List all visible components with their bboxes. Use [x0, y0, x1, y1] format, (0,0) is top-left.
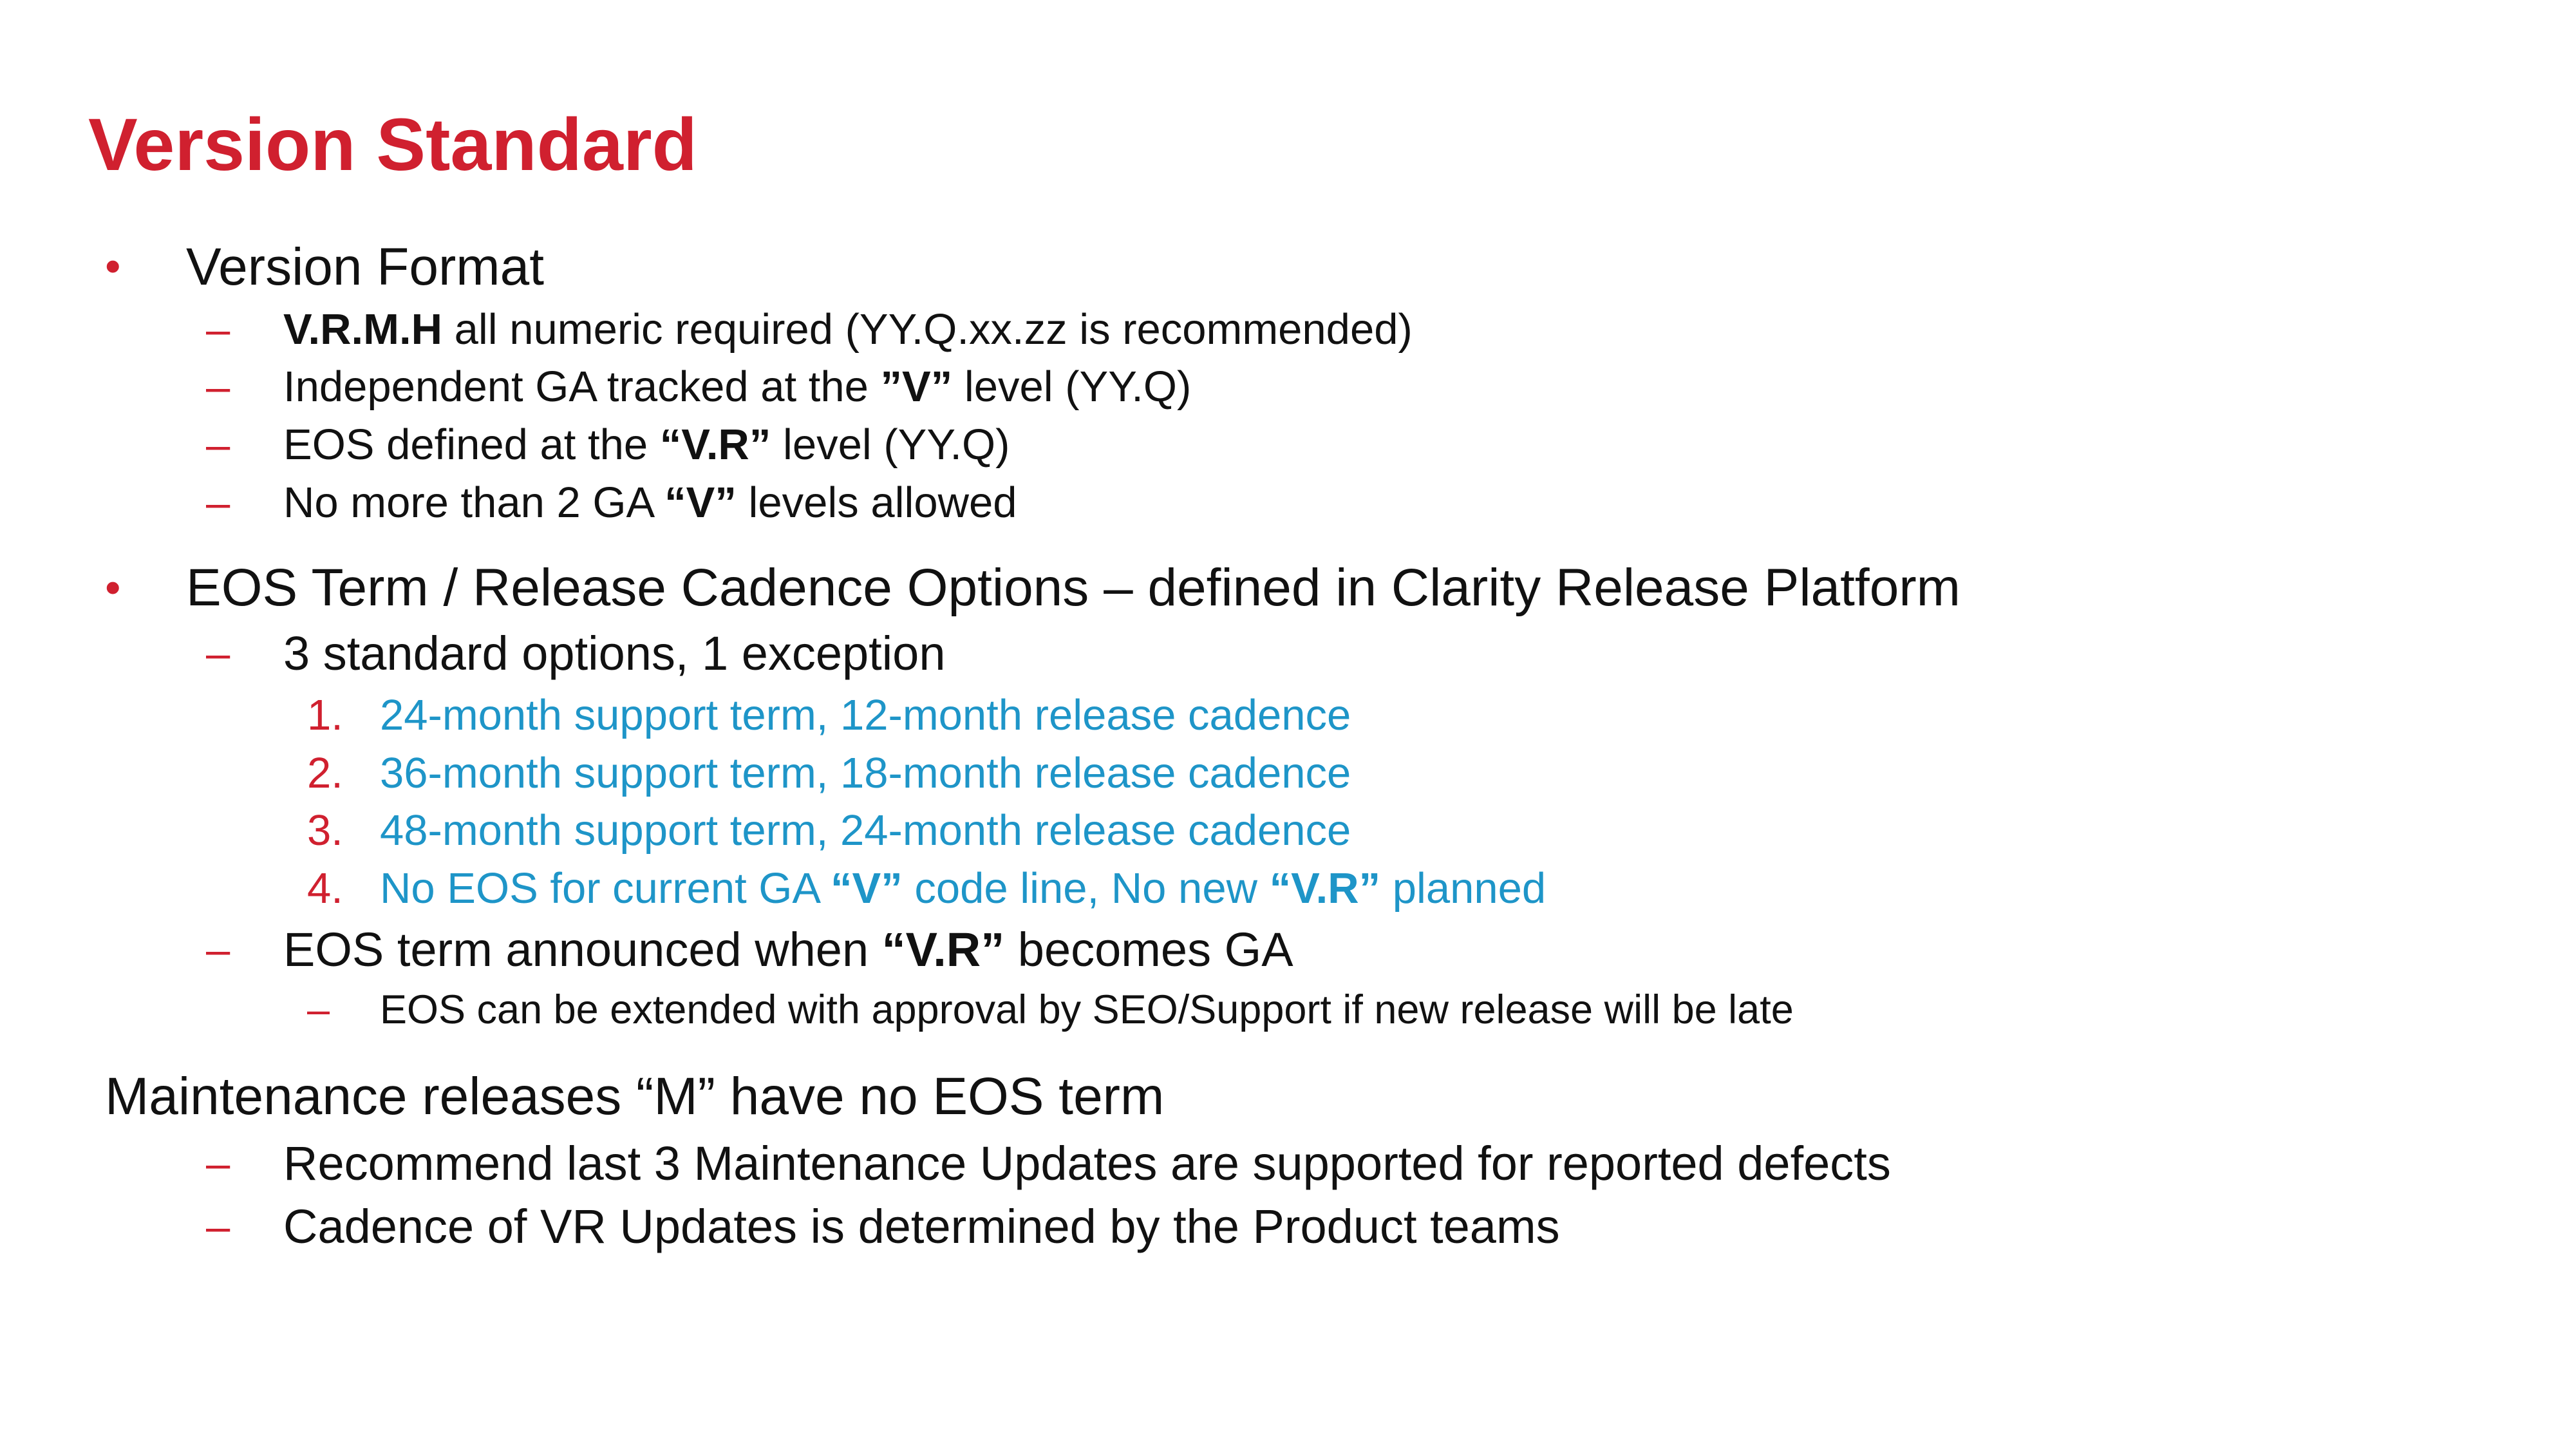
version-format-item: EOS defined at the “V.R” level (YY.Q) — [283, 420, 1010, 469]
dash-marker: – — [206, 925, 230, 974]
option-text: planned — [1380, 864, 1547, 913]
dash-marker: – — [206, 305, 230, 354]
maintenance-item: Recommend last 3 Maintenance Updates are… — [283, 1137, 1891, 1190]
item-text-mid: becomes GA — [1004, 923, 1293, 976]
option-item: 48-month support term, 24-month release … — [380, 806, 1351, 855]
section-heading-version-format: Version Format — [186, 238, 544, 296]
dash-marker: – — [206, 1139, 230, 1188]
dash-marker: – — [206, 363, 230, 411]
dash-marker: – — [206, 629, 230, 677]
dash-marker: – — [206, 421, 230, 469]
slide-title: Version Standard — [88, 104, 697, 186]
option-number: 3. — [307, 806, 343, 855]
option-text-bold: “V.R” — [1269, 864, 1381, 913]
item-text-bold: ”V” — [880, 363, 953, 411]
item-text-mid: level (YY.Q) — [952, 363, 1192, 411]
option-item: No EOS for current GA “V” code line, No … — [380, 864, 1546, 913]
dash-marker: – — [206, 478, 230, 527]
options-intro: 3 standard options, 1 exception — [283, 627, 946, 680]
item-text-bold: V.R.M.H — [283, 305, 442, 354]
version-format-item: V.R.M.H all numeric required (YY.Q.xx.zz… — [283, 305, 1413, 354]
bullet-marker: • — [105, 562, 121, 612]
dash-marker: – — [307, 987, 330, 1032]
option-number: 4. — [307, 864, 343, 913]
option-number: 1. — [307, 691, 343, 739]
item-text-mid: levels allowed — [736, 478, 1017, 527]
section-heading-maintenance: Maintenance releases “M” have no EOS ter… — [105, 1067, 1165, 1126]
item-text-pre: Independent GA tracked at the — [283, 363, 881, 411]
option-text: 36-month support term, 18-month release … — [380, 749, 1351, 797]
section-heading-eos-term: EOS Term / Release Cadence Options – def… — [186, 558, 1960, 617]
bullet-marker: • — [105, 241, 121, 291]
version-format-item: Independent GA tracked at the ”V” level … — [283, 362, 1191, 412]
version-format-item: No more than 2 GA “V” levels allowed — [283, 478, 1017, 527]
option-text: No EOS for current GA — [380, 864, 831, 913]
eos-extension-note: EOS can be extended with approval by SEO… — [380, 987, 1794, 1032]
item-text-bold: “V” — [664, 478, 737, 527]
option-item: 36-month support term, 18-month release … — [380, 748, 1351, 798]
item-text-mid: level (YY.Q) — [771, 421, 1010, 469]
eos-announce-item: EOS term announced when “V.R” becomes GA — [283, 922, 1293, 977]
option-text-bold: “V” — [831, 864, 903, 913]
item-text-pre: EOS term announced when — [283, 923, 882, 976]
option-item: 24-month support term, 12-month release … — [380, 690, 1351, 740]
dash-marker: – — [206, 1202, 230, 1251]
item-text-mid: all numeric required (YY.Q.xx.zz is reco… — [442, 305, 1413, 354]
option-text: 24-month support term, 12-month release … — [380, 691, 1351, 739]
item-text-bold: “V.R” — [659, 421, 771, 469]
option-text: code line, No new — [902, 864, 1270, 913]
option-text: 48-month support term, 24-month release … — [380, 806, 1351, 855]
item-text-pre: No more than 2 GA — [283, 478, 665, 527]
item-text-bold: “V.R” — [881, 923, 1005, 976]
maintenance-item: Cadence of VR Updates is determined by t… — [283, 1200, 1560, 1253]
option-number: 2. — [307, 749, 343, 797]
item-text-pre: EOS defined at the — [283, 421, 660, 469]
